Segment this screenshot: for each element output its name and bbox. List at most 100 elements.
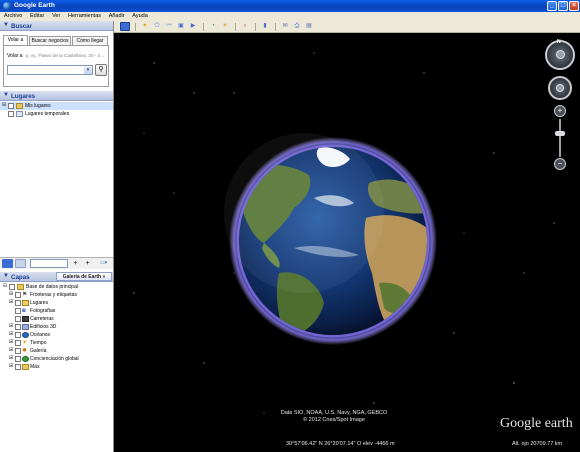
eye-altitude: Alt. ojo 20709.77 km [512, 441, 563, 447]
search-button[interactable]: ⚲ [95, 64, 107, 76]
sidebar-toggle-icon[interactable] [120, 22, 130, 31]
minimize-button[interactable]: _ [547, 1, 557, 11]
layer-primary-database[interactable]: ⊟ Base de datos principal [0, 283, 113, 291]
layer-checkbox[interactable] [15, 332, 21, 338]
historical-imagery-icon[interactable]: ◔ [208, 22, 218, 31]
places-filter-input[interactable] [30, 259, 68, 268]
layer-checkbox[interactable] [15, 308, 21, 314]
zoom-in-button[interactable]: + [554, 105, 566, 117]
expand-icon[interactable]: ⊞ [1, 103, 7, 109]
dropdown-arrow-icon[interactable]: ▾ [84, 66, 92, 74]
menu-archivo[interactable]: Archivo [4, 12, 22, 21]
layer-label: Océanos [30, 332, 51, 338]
view-in-maps-icon[interactable]: ▤ [304, 22, 314, 31]
print-icon[interactable]: ⎙ [292, 22, 302, 31]
expand-icon[interactable]: ⊞ [8, 348, 14, 354]
sun-icon: ☀ [22, 340, 28, 346]
toolbar-separator [275, 23, 276, 31]
title-bar: Google Earth _ □ × [0, 0, 580, 12]
layer-roads[interactable]: Carreteras [0, 315, 113, 323]
zoom-slider-track[interactable] [559, 119, 561, 157]
expand-icon[interactable]: ⊞ [8, 292, 14, 298]
earth-gallery-button[interactable]: Galería de Earth » [56, 272, 112, 281]
layer-weather[interactable]: ⊞ ☀ Tiempo [0, 339, 113, 347]
email-icon[interactable]: ✉ [280, 22, 290, 31]
layer-borders-labels[interactable]: ⊞ ⚑ Fronteras y etiquetas [0, 291, 113, 299]
collapse-arrow-icon[interactable]: ▼ [3, 273, 9, 279]
zoom-out-button[interactable]: − [554, 158, 566, 170]
search-places-icon[interactable] [2, 259, 13, 268]
layer-checkbox[interactable] [15, 348, 21, 354]
layer-label: Edificios 3D [30, 324, 57, 330]
status-coordinates: 30°57'06.42" N 26°20'07.14" O elev -4466… [286, 441, 395, 447]
move-down-icon[interactable]: + [83, 259, 92, 268]
ruler-icon[interactable]: ▮ [260, 22, 270, 31]
layer-checkbox[interactable] [15, 300, 21, 306]
earth-3d-view[interactable]: N + − Data SIO, NOAA, U.S. Navy, NGA, GE… [114, 33, 580, 452]
add-folder-icon[interactable]: ▭▾ [96, 259, 111, 268]
add-polygon-icon[interactable]: ⬠ [152, 22, 162, 31]
layer-oceans[interactable]: ⊞ Océanos [0, 331, 113, 339]
expand-icon[interactable]: ⊞ [8, 324, 14, 330]
move-up-icon[interactable]: + [71, 259, 80, 268]
expand-icon[interactable]: ⊞ [8, 300, 14, 306]
collapse-icon[interactable]: ⊟ [2, 284, 8, 290]
collapse-arrow-icon[interactable]: ▼ [3, 92, 9, 98]
close-button[interactable]: × [569, 1, 579, 11]
maximize-button[interactable]: □ [558, 1, 568, 11]
layer-checkbox[interactable] [15, 340, 21, 346]
layer-label: Concienciación global [30, 356, 79, 362]
layer-checkbox[interactable] [9, 284, 15, 290]
places-section-header[interactable]: ▼ Lugares [0, 91, 113, 101]
collapse-arrow-icon[interactable]: ▼ [3, 22, 9, 28]
expand-icon[interactable]: ⊞ [8, 364, 14, 370]
tree-item-my-places[interactable]: ⊞ Mis lugares [0, 102, 113, 110]
toolbar: ✦ ⬠ 〰 ▣ ▶ ◔ ☀ ♁ ▮ ✉ ⎙ ▤ [114, 21, 580, 33]
layer-checkbox[interactable] [15, 364, 21, 370]
folder-icon [22, 364, 29, 370]
menu-ver[interactable]: Ver [52, 12, 60, 21]
look-joystick[interactable]: N [545, 39, 575, 70]
expand-icon[interactable]: ⊞ [8, 340, 14, 346]
menu-herramientas[interactable]: Herramientas [68, 12, 101, 21]
menu-ayuda[interactable]: Ayuda [132, 12, 148, 21]
layer-checkbox[interactable] [15, 292, 21, 298]
layer-checkbox[interactable] [15, 324, 21, 330]
menu-anadir[interactable]: Añadir [109, 12, 125, 21]
window-title: Google Earth [14, 2, 55, 9]
layer-gallery[interactable]: ⊞ ✹ Galería [0, 347, 113, 355]
tab-directions[interactable]: Cómo llegar [72, 36, 108, 45]
search-section-header[interactable]: ▼ Buscar [0, 21, 113, 31]
menu-editar[interactable]: Editar [30, 12, 44, 21]
folder-icon [16, 103, 23, 109]
my-places-checkbox[interactable] [8, 103, 14, 109]
layers-section-header[interactable]: ▼ Capas Galería de Earth » [0, 272, 113, 282]
layer-photos[interactable]: ◙ Fotografías [0, 307, 113, 315]
earth-scene [133, 52, 555, 414]
tab-find-businesses[interactable]: Buscar negocios [29, 36, 71, 45]
tab-fly-to[interactable]: Volar a [3, 35, 28, 45]
layer-3d-buildings[interactable]: ⊞ Edificios 3D [0, 323, 113, 331]
add-placemark-icon[interactable]: ✦ [140, 22, 150, 31]
show-panel-icon[interactable] [15, 259, 26, 268]
layer-places[interactable]: ⊞ Lugares [0, 299, 113, 307]
record-tour-icon[interactable]: ▶ [188, 22, 198, 31]
add-image-overlay-icon[interactable]: ▣ [176, 22, 186, 31]
tree-item-temporary-places[interactable]: Lugares temporales [0, 110, 113, 118]
layer-checkbox[interactable] [15, 316, 21, 322]
layer-global-awareness[interactable]: ⊞ Concienciación global [0, 355, 113, 363]
move-joystick[interactable] [548, 76, 572, 100]
sunlight-icon[interactable]: ☀ [220, 22, 230, 31]
temporary-places-checkbox[interactable] [8, 111, 14, 117]
switch-to-sky-icon[interactable]: ♁ [240, 22, 250, 31]
move-center-icon[interactable] [556, 84, 564, 92]
add-path-icon[interactable]: 〰 [164, 22, 174, 31]
zoom-slider-handle[interactable] [555, 131, 565, 136]
layers-section-title: Capas [11, 273, 30, 281]
search-input[interactable]: ▾ [7, 65, 93, 75]
look-center-icon[interactable] [556, 50, 565, 59]
layer-checkbox[interactable] [15, 356, 21, 362]
layer-more[interactable]: ⊞ Más [0, 363, 113, 371]
expand-icon[interactable]: ⊞ [8, 332, 14, 338]
expand-icon[interactable]: ⊞ [8, 356, 14, 362]
